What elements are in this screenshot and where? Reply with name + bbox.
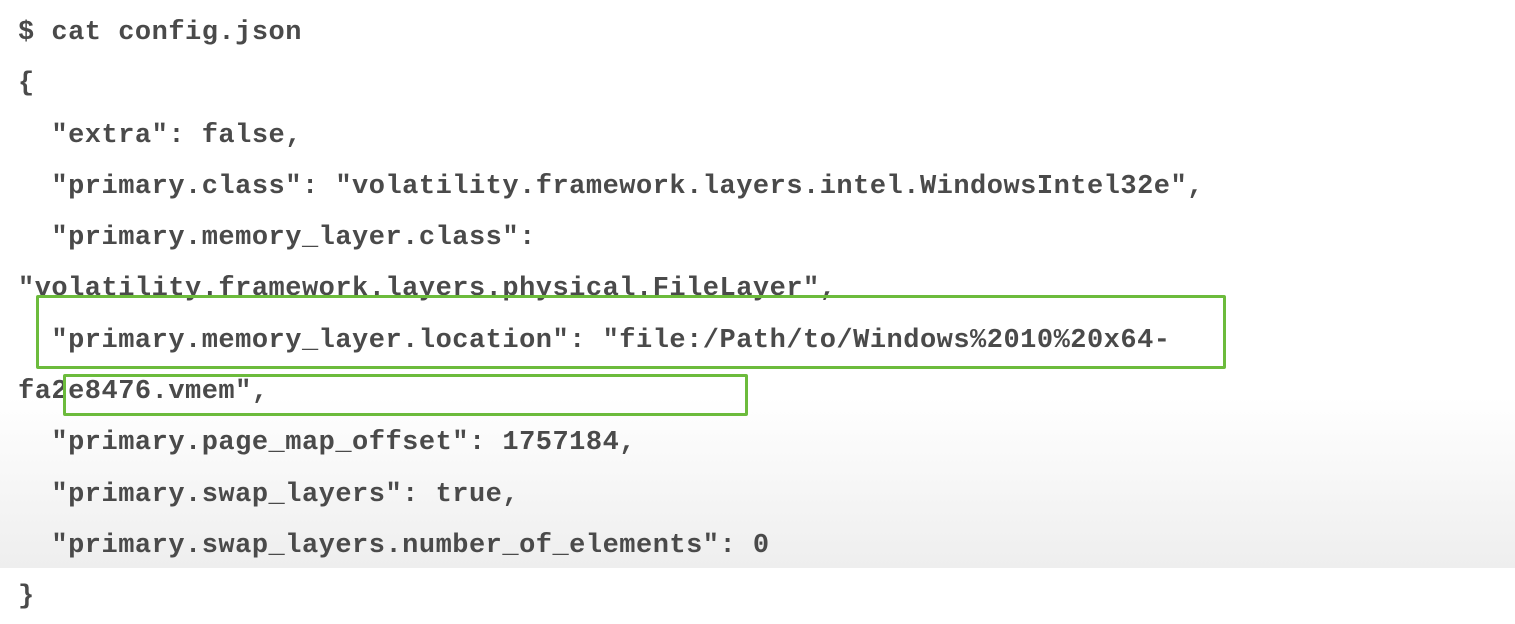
json-line-memory-layer-location-a: "primary.memory_layer.location": "file:/… [18, 316, 1515, 367]
json-line-swap-layers: "primary.swap_layers": true, [18, 470, 1515, 521]
json-line-page-map-offset: "primary.page_map_offset": 1757184, [18, 418, 1515, 469]
command-line: $ cat config.json [18, 8, 1515, 59]
json-close-brace: } [18, 572, 1515, 623]
json-line-memory-layer-class-value: "volatility.framework.layers.physical.Fi… [18, 264, 1515, 315]
json-line-primary-class: "primary.class": "volatility.framework.l… [18, 162, 1515, 213]
json-open-brace: { [18, 59, 1515, 110]
json-line-swap-layers-count: "primary.swap_layers.number_of_elements"… [18, 521, 1515, 572]
json-line-extra: "extra": false, [18, 111, 1515, 162]
terminal-output: $ cat config.json { "extra": false, "pri… [18, 8, 1515, 624]
json-line-memory-layer-location-b: fa2e8476.vmem", [18, 367, 1515, 418]
json-line-memory-layer-class-key: "primary.memory_layer.class": [18, 213, 1515, 264]
